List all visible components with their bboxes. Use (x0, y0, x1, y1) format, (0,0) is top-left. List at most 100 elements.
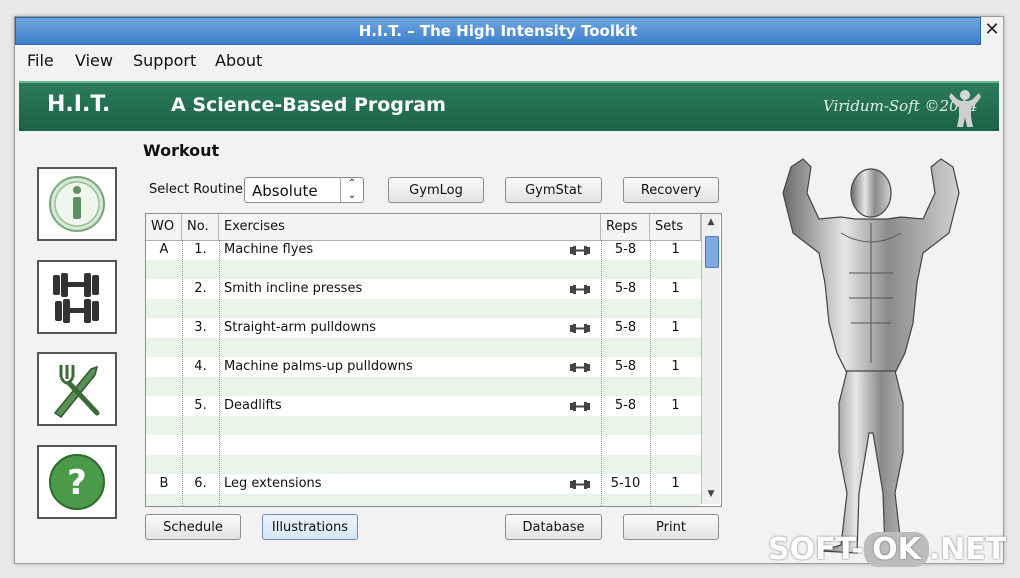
table-row[interactable]: B 6. Leg extensions 5-10 1 (146, 474, 701, 494)
cell-sets (650, 416, 701, 436)
column-divider (650, 240, 652, 506)
cell-exercise: Machine flyes (224, 242, 314, 257)
cell-wo (146, 279, 182, 299)
table-row[interactable]: 5. Deadlifts 5-8 1 (146, 396, 701, 416)
column-sets[interactable]: Sets (650, 214, 701, 240)
cell-wo (146, 494, 182, 507)
column-reps[interactable]: Reps (601, 214, 650, 240)
table-scrollbar[interactable]: ▲ ▼ (701, 214, 720, 504)
cell-number: 3. (194, 320, 207, 335)
cell-wo (146, 396, 182, 416)
cell-sets (650, 299, 701, 319)
window-title: H.I.T. – The High Intensity Toolkit (15, 17, 981, 45)
sidebar-info-button[interactable] (37, 167, 117, 241)
scroll-down-icon[interactable]: ▼ (703, 486, 719, 502)
cell-exercise (224, 260, 564, 280)
print-button[interactable]: Print (623, 514, 719, 540)
fork-knife-icon (53, 365, 100, 419)
dumbbell-icon (53, 273, 99, 323)
cell-wo (146, 416, 182, 436)
cell-exercise (224, 455, 564, 475)
watermark-mid: OK (864, 532, 929, 567)
cell-reps: 5-10 (610, 476, 641, 491)
cell-sets: 1 (671, 242, 680, 257)
dumbbell-icon[interactable] (569, 246, 591, 255)
app-window: H.I.T. – The High Intensity Toolkit ✕ Fi… (14, 16, 1004, 564)
cell-number (182, 435, 219, 455)
table-row[interactable] (146, 415, 701, 436)
cell-reps (601, 260, 650, 280)
cell-number: 4. (194, 359, 207, 374)
dumbbell-icon[interactable] (569, 402, 591, 411)
cell-sets: 1 (671, 281, 680, 296)
menu-support[interactable]: Support (133, 51, 196, 70)
cell-reps (601, 494, 650, 507)
table-row[interactable] (146, 435, 701, 455)
table-row[interactable]: 4. Machine palms-up pulldowns 5-8 1 (146, 357, 701, 377)
dumbbell-icon[interactable] (569, 285, 591, 294)
scroll-thumb[interactable] (705, 236, 719, 268)
bodybuilder-logo-icon (949, 90, 981, 127)
menu-about[interactable]: About (215, 51, 262, 70)
menu-file[interactable]: File (27, 51, 54, 70)
table-row[interactable] (146, 454, 701, 475)
table-row[interactable] (146, 337, 701, 358)
routine-value: Absolute (252, 182, 318, 200)
cell-sets (650, 260, 701, 280)
table-row[interactable] (146, 298, 701, 319)
cell-reps: 5-8 (614, 320, 637, 335)
bodybuilder-illustration (782, 158, 960, 554)
cell-reps: 5-8 (614, 242, 637, 257)
table-row[interactable]: 2. Smith incline presses 5-8 1 (146, 279, 701, 299)
scroll-up-icon[interactable]: ▲ (703, 214, 719, 230)
cell-exercise (224, 338, 564, 358)
dumbbell-icon[interactable] (569, 480, 591, 489)
recovery-button[interactable]: Recovery (623, 177, 719, 203)
cell-number (182, 338, 219, 358)
illustrations-button[interactable]: Illustrations (262, 514, 358, 540)
table-row[interactable] (146, 376, 701, 397)
column-divider (219, 240, 221, 506)
cell-reps (601, 299, 650, 319)
routine-select[interactable]: Absolute ⌃ ⌄ (244, 177, 364, 203)
cell-number: 5. (194, 398, 207, 413)
cell-sets: 1 (671, 320, 680, 335)
column-exercises[interactable]: Exercises (219, 214, 601, 240)
column-no[interactable]: No. (182, 214, 219, 240)
banner-tagline: A Science-Based Program (171, 94, 446, 116)
sidebar-help-button[interactable]: ? (37, 445, 117, 519)
cell-sets (650, 435, 701, 455)
column-divider (182, 240, 184, 506)
table-row[interactable] (146, 259, 701, 280)
cell-exercise: Deadlifts (224, 398, 282, 413)
column-wo[interactable]: WO (146, 214, 182, 240)
schedule-button[interactable]: Schedule (145, 514, 241, 540)
gymstat-button[interactable]: GymStat (505, 177, 602, 203)
column-divider (601, 240, 603, 506)
dumbbell-icon[interactable] (569, 363, 591, 372)
cell-exercise: Machine palms-up pulldowns (224, 359, 413, 374)
sidebar-workout-button[interactable] (37, 260, 117, 334)
cell-number (182, 494, 219, 507)
banner-short-name: H.I.T. (47, 92, 111, 117)
watermark-right: .NET (928, 532, 1007, 567)
cell-wo (146, 318, 182, 338)
close-icon[interactable]: ✕ (981, 17, 1003, 43)
table-row[interactable] (146, 493, 701, 507)
table-row[interactable]: A 1. Machine flyes 5-8 1 (146, 240, 701, 260)
cell-wo (146, 455, 182, 475)
cell-sets (650, 377, 701, 397)
cell-reps: 5-8 (614, 359, 637, 374)
cell-reps (601, 416, 650, 436)
cell-wo (146, 357, 182, 377)
table-row[interactable]: 3. Straight-arm pulldowns 5-8 1 (146, 318, 701, 338)
gymlog-button[interactable]: GymLog (388, 177, 484, 203)
cell-number: 1. (194, 242, 207, 257)
cell-reps (601, 377, 650, 397)
menu-view[interactable]: View (75, 51, 113, 70)
cell-number (182, 260, 219, 280)
dumbbell-icon[interactable] (569, 324, 591, 333)
sidebar-nutrition-button[interactable] (37, 352, 117, 426)
cell-exercise (224, 377, 564, 397)
database-button[interactable]: Database (505, 514, 602, 540)
